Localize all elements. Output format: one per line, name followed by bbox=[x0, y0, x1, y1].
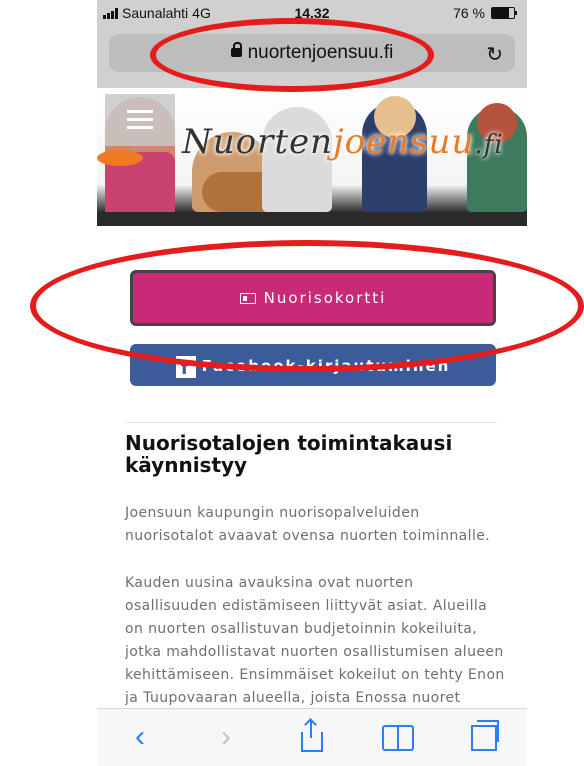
menu-icon[interactable] bbox=[105, 94, 175, 146]
tabs-button[interactable] bbox=[441, 709, 527, 766]
battery-percent: 76 % bbox=[453, 5, 485, 21]
site-logo[interactable]: Nuortenjoensuu.fi bbox=[182, 122, 504, 162]
menu-bar-1 bbox=[127, 110, 153, 113]
post-paragraph-1: Joensuun kaupungin nuorisopalveluiden nu… bbox=[125, 505, 491, 544]
content-divider bbox=[125, 422, 497, 423]
frisbee-shape bbox=[97, 150, 143, 166]
post-paragraph-2: Kauden uusina avauksina ovat nuorten osa… bbox=[125, 575, 505, 706]
battery-fill bbox=[492, 8, 509, 18]
annotation-ellipse-url bbox=[150, 18, 434, 92]
logo-part-3: .fi bbox=[474, 130, 504, 160]
phone-screen: Saunalahti 4G 14.32 76 % nuortenjoensuu.… bbox=[97, 0, 527, 766]
share-icon bbox=[301, 720, 323, 752]
forward-icon[interactable]: › bbox=[183, 709, 269, 766]
battery-icon bbox=[491, 7, 517, 19]
tabs-icon bbox=[471, 720, 499, 751]
banner-bottom-strip bbox=[97, 212, 527, 226]
browser-toolbar: ‹ › bbox=[97, 708, 527, 766]
reload-icon[interactable]: ↻ bbox=[486, 42, 503, 67]
bookmarks-icon bbox=[382, 725, 414, 751]
back-icon[interactable]: ‹ bbox=[97, 709, 183, 766]
logo-part-1: Nuorten bbox=[182, 122, 334, 162]
menu-bar-2 bbox=[127, 118, 153, 121]
header-banner: Nuortenjoensuu.fi bbox=[97, 88, 527, 226]
status-right: 76 % bbox=[453, 5, 517, 21]
bookmarks-button[interactable] bbox=[355, 709, 441, 766]
annotation-ellipse-button bbox=[30, 240, 584, 372]
logo-part-2: joensuu bbox=[333, 122, 475, 162]
post-title[interactable]: Nuorisotalojen toimintakausi käynnistyy bbox=[125, 432, 455, 476]
menu-bar-3 bbox=[127, 126, 153, 129]
share-button[interactable] bbox=[269, 709, 355, 766]
